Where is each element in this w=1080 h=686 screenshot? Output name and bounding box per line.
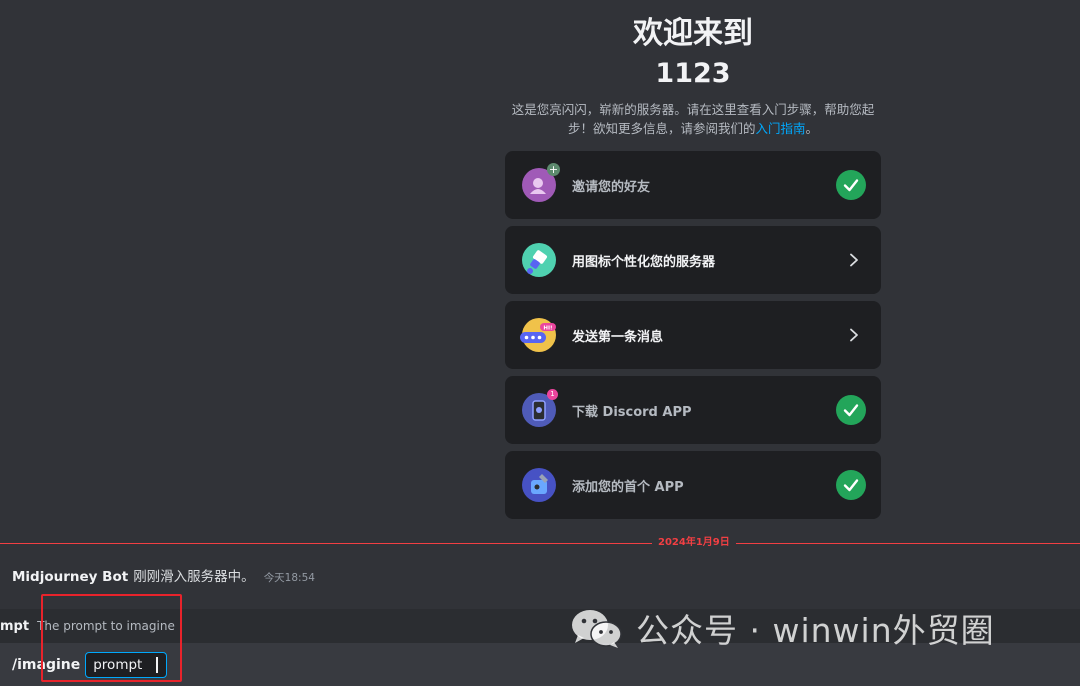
checklist-label: 邀请您的好友 [572, 179, 651, 195]
watermark: 公众号 · winwin外贸圈 [570, 604, 995, 652]
welcome-title: 欢迎来到 [633, 16, 753, 51]
checkmark-icon [836, 470, 866, 500]
invite-friends-icon: + [522, 163, 560, 202]
welcome-description: 这是您亮闪闪，崭新的服务器。请在这里查看入门步骤，帮助您起步！欲知更多信息，请参… [505, 100, 881, 138]
watermark-text: 公众号 · winwin外贸圈 [636, 611, 995, 650]
checkmark-icon [836, 395, 866, 425]
onboarding-checklist: + 邀请您的好友 用图标个性化您的服务器 HI! 发送第一条消息 1 下载 Di… [505, 151, 881, 526]
wechat-icon [572, 610, 622, 648]
checklist-item-invite[interactable]: + 邀请您的好友 [505, 151, 881, 219]
checklist-item-personalize[interactable]: 用图标个性化您的服务器 [505, 226, 881, 294]
discord-channel-view: 欢迎来到 1123 这是您亮闪闪，崭新的服务器。请在这里查看入门步骤，帮助您起步… [0, 0, 1080, 686]
welcome-desc-end: 。 [805, 121, 819, 136]
checklist-label: 用图标个性化您的服务器 [572, 254, 716, 270]
message-icon: HI! [520, 318, 556, 352]
welcome-desc-text: 这是您亮闪闪，崭新的服务器。请在这里查看入门步骤，帮助您起步！欲知更多信息，请参… [511, 102, 875, 136]
getting-started-guide-link[interactable]: 入门指南 [755, 121, 805, 136]
option-name: mpt [0, 618, 30, 634]
join-text: 刚刚滑入服务器中。 [133, 569, 255, 585]
server-name: 1123 [655, 58, 731, 89]
checklist-label: 下载 Discord APP [572, 404, 692, 420]
checklist-item-download-app[interactable]: 1 下载 Discord APP [505, 376, 881, 444]
download-app-icon: 1 [522, 389, 558, 427]
checklist-item-first-message[interactable]: HI! 发送第一条消息 [505, 301, 881, 369]
new-messages-divider [0, 543, 1080, 544]
checkmark-icon [836, 170, 866, 200]
chevron-right-icon [850, 328, 858, 342]
checklist-label: 添加您的首个 APP [572, 479, 684, 495]
bot-username[interactable]: Midjourney Bot [12, 569, 128, 585]
highlight-annotation-box [41, 594, 182, 682]
add-app-icon [522, 468, 556, 502]
svg-text:HI!: HI! [543, 325, 552, 331]
checklist-label: 发送第一条消息 [572, 329, 664, 345]
message-timestamp: 今天18:54 [263, 572, 315, 584]
checklist-item-add-app[interactable]: 添加您的首个 APP [505, 451, 881, 519]
welcome-header: 欢迎来到 1123 这是您亮闪闪，崭新的服务器。请在这里查看入门步骤，帮助您起步… [505, 14, 881, 138]
chevron-right-icon [850, 253, 858, 267]
system-join-message: Midjourney Bot 刚刚滑入服务器中。 今天18:54 [12, 565, 315, 585]
personalize-icon [522, 243, 556, 277]
divider-date: 2024年1月9日 [652, 536, 736, 550]
